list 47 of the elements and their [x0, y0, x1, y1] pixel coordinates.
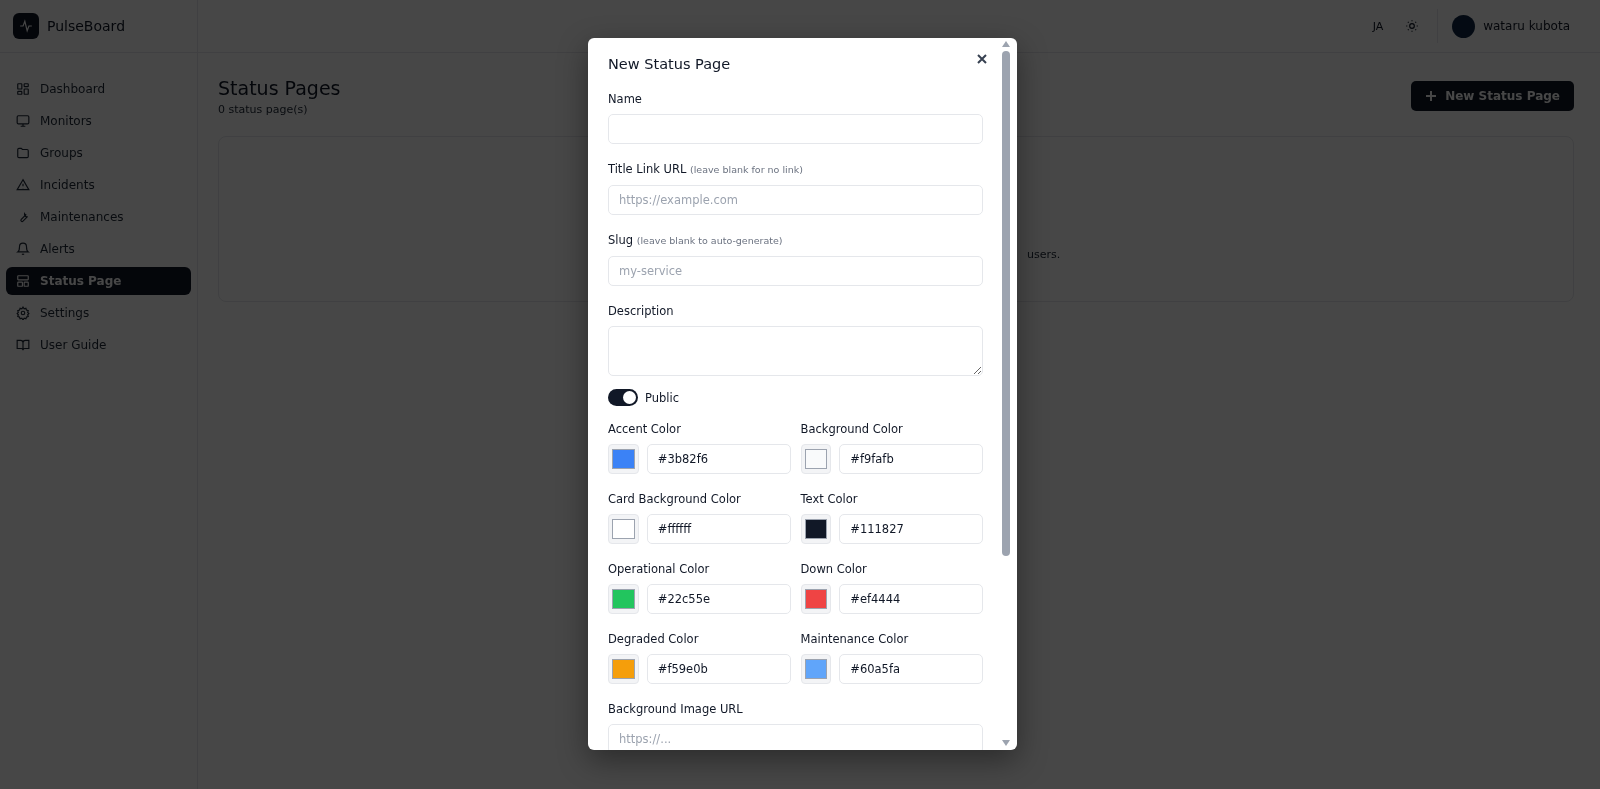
input-field[interactable]: my-service [608, 256, 983, 286]
field-label: Title Link URL (leave blank for no link) [608, 161, 804, 178]
color-value-field[interactable]: #22c55e [646, 584, 791, 614]
color-swatch[interactable] [608, 514, 639, 544]
field-label: Background Image URL [608, 701, 744, 717]
toggle-label: Public [645, 390, 680, 405]
scroll-down-icon[interactable] [1002, 740, 1010, 746]
color-value-field[interactable]: #3b82f6 [646, 444, 791, 474]
color-value-field[interactable]: #f9fafb [839, 444, 983, 474]
field-label: Background Color [800, 421, 904, 437]
color-value-field[interactable]: #ef4444 [839, 584, 983, 614]
color-swatch[interactable] [800, 584, 832, 614]
color-swatch[interactable] [608, 584, 639, 614]
description-field[interactable] [608, 326, 983, 376]
public-toggle[interactable] [608, 389, 638, 406]
scroll-up-icon[interactable] [1002, 41, 1010, 47]
input-field[interactable] [608, 114, 983, 144]
color-value-field[interactable]: #111827 [839, 514, 983, 544]
color-swatch[interactable] [608, 444, 639, 474]
color-swatch[interactable] [800, 654, 832, 684]
language-label[interactable]: JA [1372, 19, 1384, 33]
field-label: Text Color [800, 491, 859, 507]
user-name[interactable]: wataru kubota [1483, 19, 1570, 33]
scrollbar-thumb[interactable] [1002, 51, 1010, 556]
field-label: Accent Color [608, 421, 682, 437]
color-value-field[interactable]: #f59e0b [646, 654, 791, 684]
dialog-title: New Status Page [608, 56, 732, 72]
empty-text: users. [1027, 247, 1061, 261]
color-value-field[interactable]: #ffffff [646, 514, 791, 544]
field-label: Name [608, 91, 643, 107]
field-label: Slug (leave blank to auto-generate) [608, 232, 784, 249]
field-label: Down Color [800, 561, 868, 577]
field-label: Operational Color [608, 561, 711, 577]
page-title: Status Pages [218, 77, 341, 99]
page-count: 0 status page(s) [218, 103, 309, 116]
app-name: PulseBoard [47, 18, 125, 34]
field-label: Degraded Color [608, 631, 700, 647]
input-field[interactable]: https://example.com [608, 185, 983, 215]
close-icon[interactable] [975, 52, 989, 66]
color-swatch[interactable] [608, 654, 639, 684]
input-field[interactable]: https://... [608, 724, 983, 750]
field-label: Maintenance Color [800, 631, 910, 647]
field-label: Description [608, 303, 675, 319]
color-value-field[interactable]: #60a5fa [839, 654, 983, 684]
field-label: Card Background Color [608, 491, 742, 507]
color-swatch[interactable] [800, 444, 832, 474]
color-swatch[interactable] [800, 514, 832, 544]
